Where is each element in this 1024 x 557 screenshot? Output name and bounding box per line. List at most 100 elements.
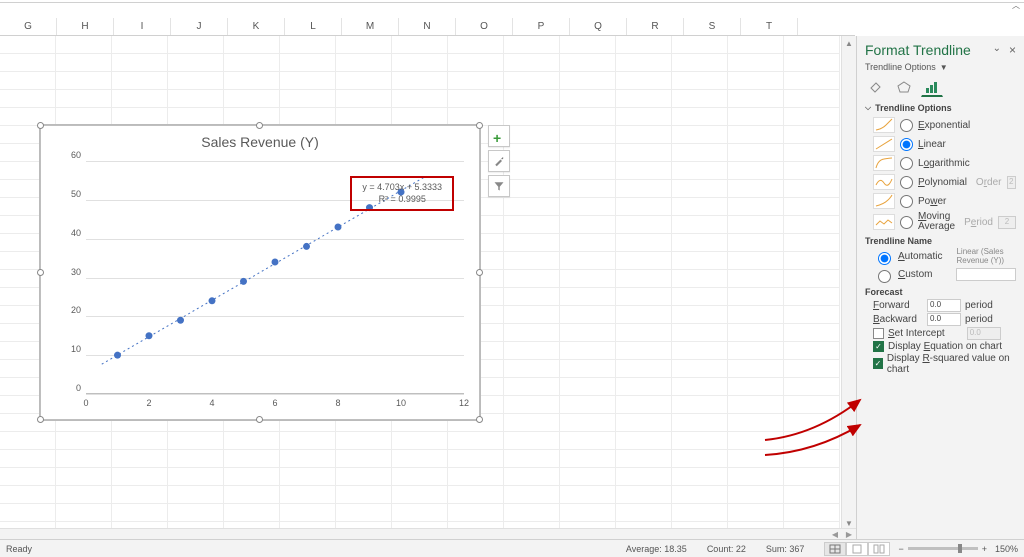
custom-name-input[interactable] [956,268,1016,281]
auto-name-label: Automatic [898,251,942,262]
chart-filters-button[interactable] [488,175,510,197]
forward-input[interactable]: 0.0 [927,299,961,312]
status-ready: Ready [6,544,32,554]
status-sum: Sum: 367 [766,544,805,554]
forward-label: Forward [873,300,923,311]
page-layout-button[interactable] [846,542,868,556]
period-input: 2 [998,216,1016,229]
exponential-radio[interactable] [900,119,913,132]
col-head[interactable]: M [342,18,399,35]
trendline-options-section[interactable]: Trendline Options [865,103,1016,113]
scroll-up-arrow[interactable]: ▲ [842,36,856,51]
order-label: Order [976,177,1002,188]
col-head[interactable]: Q [570,18,627,35]
col-head[interactable]: I [114,18,171,35]
intercept-input: 0.0 [967,327,1001,340]
chart-elements-button[interactable]: + [488,125,510,147]
exponential-label: Exponential [918,120,970,131]
mavg-preview-icon [873,214,895,230]
display-equation-checkbox[interactable] [873,341,884,352]
col-head[interactable]: J [171,18,228,35]
chart-object[interactable]: Sales Revenue (Y) 0102030405060 02468101… [40,125,480,420]
horizontal-scrollbar[interactable]: ◀ ▶ [0,528,856,539]
col-head[interactable]: P [513,18,570,35]
linear-preview-icon [873,136,895,152]
status-average: Average: 18.35 [626,544,687,554]
logarithmic-label: Logarithmic [918,158,970,169]
zoom-in-button[interactable]: + [982,544,987,554]
resize-handle[interactable] [476,269,483,276]
order-input: 2 [1007,176,1017,189]
chart-styles-button[interactable] [488,150,510,172]
exponential-preview-icon [873,117,895,133]
panel-dropdown-icon[interactable]: ⌄ [993,43,1001,57]
col-head[interactable]: G [0,18,57,35]
panel-title: Format Trendline [865,42,971,58]
resize-handle[interactable] [476,122,483,129]
backward-input[interactable]: 0.0 [927,313,961,326]
col-head[interactable]: H [57,18,114,35]
trendline-options-page[interactable] [921,77,943,97]
col-head[interactable]: S [684,18,741,35]
page-break-button[interactable] [868,542,890,556]
zoom-slider[interactable]: − + [898,544,987,554]
panel-close-icon[interactable]: × [1009,43,1016,57]
col-head[interactable]: K [228,18,285,35]
trendline-equation: y = 4.703x + 5.3333 [362,182,442,194]
resize-handle[interactable] [37,416,44,423]
moving-avg-radio[interactable] [900,216,913,229]
effects-page[interactable] [893,77,915,97]
dropdown-icon[interactable]: ▼ [940,63,948,72]
logarithmic-radio[interactable] [900,157,913,170]
chart-plot-area[interactable]: 0102030405060 024681012 y = 4.703x + 5.3… [86,161,464,394]
col-head[interactable]: N [399,18,456,35]
vertical-scrollbar[interactable]: ▲ ▼ [841,36,856,531]
linear-radio[interactable] [900,138,913,151]
resize-handle[interactable] [256,122,263,129]
resize-handle[interactable] [37,122,44,129]
power-preview-icon [873,193,895,209]
col-head[interactable]: R [627,18,684,35]
power-radio[interactable] [900,195,913,208]
normal-view-button[interactable] [824,542,846,556]
polynomial-preview-icon [873,174,895,190]
paint-bucket-icon [868,80,884,94]
trendline-equation-box[interactable]: y = 4.703x + 5.3333 R² = 0.9995 [350,176,454,211]
ribbon-collapse-chevron[interactable]: ︿ [1012,0,1020,11]
resize-handle[interactable] [476,416,483,423]
zoom-level[interactable]: 150% [995,544,1018,554]
zoom-thumb[interactable] [958,544,962,553]
column-headers: G H I J K L M N O P Q R S T [0,18,855,36]
pentagon-icon [896,80,912,94]
resize-handle[interactable] [37,269,44,276]
set-intercept-checkbox[interactable] [873,328,884,339]
resize-handle[interactable] [256,416,263,423]
display-r2-checkbox[interactable] [873,358,883,369]
page-icon [851,544,863,554]
polynomial-radio[interactable] [900,176,913,189]
scroll-right-arrow[interactable]: ▶ [842,529,856,539]
panel-subtitle[interactable]: Trendline Options [865,62,936,72]
display-equation-label: Display Equation on chart [888,341,1002,352]
pagebreak-icon [873,544,885,554]
bar-chart-icon [924,80,940,94]
fill-line-page[interactable] [865,77,887,97]
scroll-left-arrow[interactable]: ◀ [828,529,842,539]
funnel-icon [493,180,505,192]
display-r2-label: Display R-squared value on chart [887,353,1016,375]
polynomial-label: Polynomial [918,177,967,188]
backward-label: Backward [873,314,923,325]
period-unit: period [965,300,993,311]
auto-name-radio[interactable] [878,252,891,265]
zoom-out-button[interactable]: − [898,544,903,554]
period-unit: period [965,314,993,325]
col-head[interactable]: T [741,18,798,35]
trendline-name-heading: Trendline Name [865,236,1016,246]
custom-name-radio[interactable] [878,270,891,283]
period-label: Period [964,217,993,228]
chart-title[interactable]: Sales Revenue (Y) [41,126,479,152]
status-bar: Ready Average: 18.35 Count: 22 Sum: 367 … [0,539,1024,557]
set-intercept-label: Set Intercept [888,328,945,339]
col-head[interactable]: O [456,18,513,35]
col-head[interactable]: L [285,18,342,35]
